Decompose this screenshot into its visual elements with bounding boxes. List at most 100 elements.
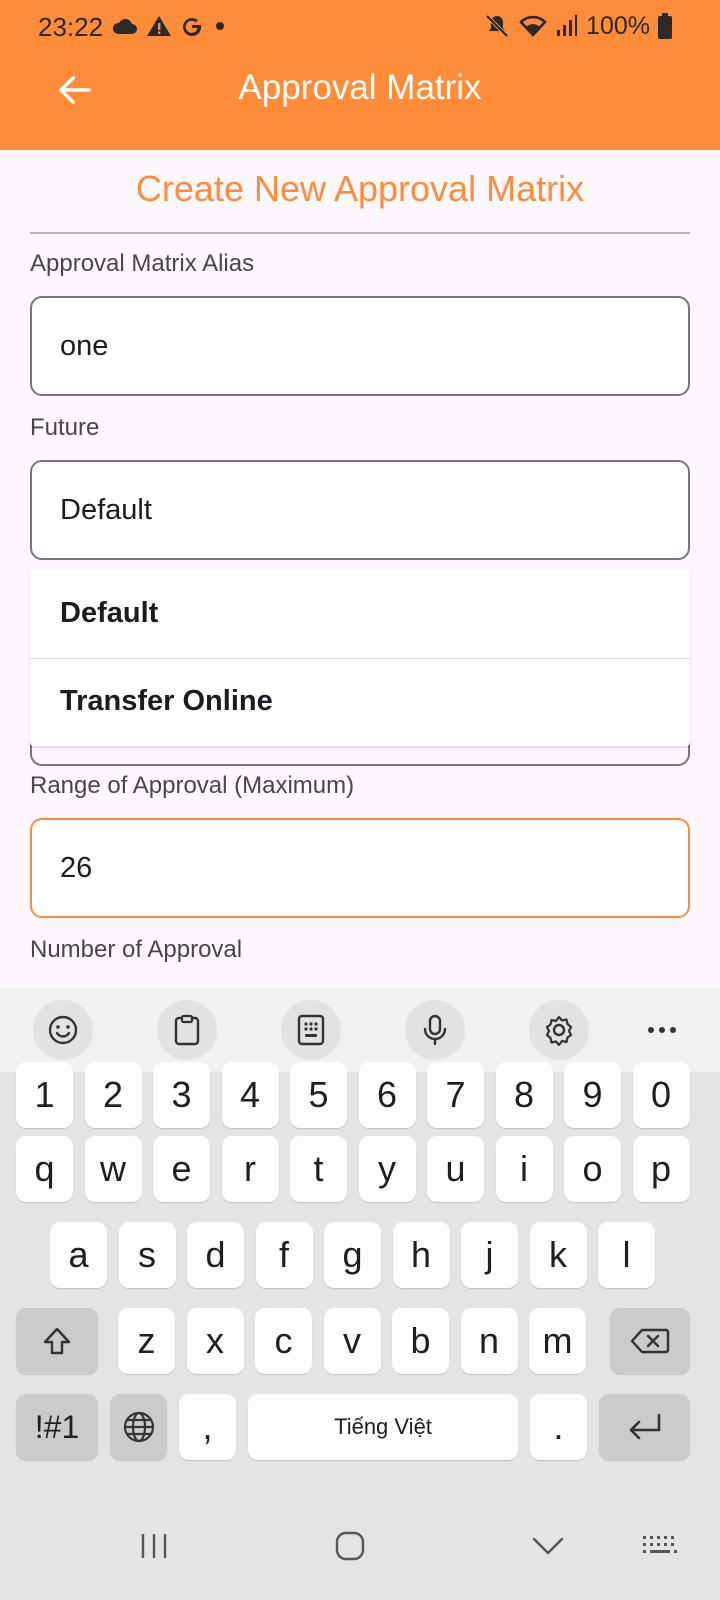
key-f[interactable]: f [255,1222,313,1288]
backspace-icon [630,1328,670,1354]
mute-icon [485,14,509,38]
emoji-button[interactable] [33,1000,93,1060]
key-v[interactable]: v [323,1308,381,1374]
enter-key[interactable] [599,1394,690,1460]
key-l[interactable]: l [598,1222,655,1288]
key-5[interactable]: 5 [290,1062,347,1128]
key-0[interactable]: 0 [632,1062,690,1128]
key-i[interactable]: i [495,1136,553,1202]
keyboard-icon [643,1536,677,1553]
key-g[interactable]: g [324,1222,381,1288]
page-title: Approval Matrix [238,68,482,107]
keypad-button[interactable] [281,1000,341,1060]
dropdown-option-label: Transfer Online [60,685,273,717]
key-h[interactable]: h [392,1222,450,1288]
key-n[interactable]: n [460,1308,518,1374]
key-6[interactable]: 6 [358,1062,416,1128]
number-of-approval-label: Number of Approval [30,936,243,963]
key-t[interactable]: t [290,1136,347,1202]
key-m[interactable]: m [529,1308,586,1374]
recent-apps-icon [141,1534,167,1558]
shift-icon [43,1327,71,1355]
period-key[interactable]: . [530,1394,587,1460]
voice-input-button[interactable] [405,1000,465,1060]
alias-label: Approval Matrix Alias [30,250,255,277]
key-o[interactable]: o [564,1136,621,1202]
key-u[interactable]: u [427,1136,484,1202]
form-heading: Create New Approval Matrix [135,168,585,209]
home-button[interactable] [320,1518,380,1574]
key-j[interactable]: j [461,1222,518,1288]
emoji-icon [48,1015,78,1045]
keypad-icon [297,1014,325,1046]
key-4[interactable]: 4 [221,1062,279,1128]
dropdown-option-label: Default [60,597,159,629]
heading-divider [30,232,690,234]
back-chevron-icon [532,1537,564,1555]
key-y[interactable]: y [358,1136,416,1202]
key-p[interactable]: p [632,1136,690,1202]
range-max-input[interactable]: 26 [30,818,690,918]
status-time: 23:22 [38,12,104,42]
key-8[interactable]: 8 [495,1062,553,1128]
key-s[interactable]: s [118,1222,176,1288]
status-bar: 23:22 100% [0,0,720,54]
clipboard-icon [174,1014,200,1046]
wifi-icon [519,15,547,37]
settings-icon [545,1015,573,1046]
symbols-key[interactable]: !#1 [16,1394,98,1460]
signal-icon [557,15,578,36]
key-a[interactable]: a [50,1222,107,1288]
key-k[interactable]: k [529,1222,587,1288]
home-icon [335,1531,365,1561]
enter-icon [629,1413,660,1440]
dot-icon [216,22,224,30]
system-nav-bar [0,1492,720,1600]
space-key[interactable]: Tiếng Việt [248,1394,518,1460]
range-max-label: Range of Approval (Maximum) [30,772,355,799]
backspace-key[interactable] [610,1308,690,1374]
dropdown-option-default[interactable]: Default [30,570,690,658]
app-bar: 23:22 100% Approval Matrix [0,0,720,150]
future-label: Future [30,414,100,441]
key-b[interactable]: b [392,1308,449,1374]
clipboard-button[interactable] [157,1000,217,1060]
alias-value: one [60,330,109,362]
key-w[interactable]: w [84,1136,142,1202]
more-options-button[interactable] [632,1000,692,1060]
key-3[interactable]: 3 [153,1062,210,1128]
key-x[interactable]: x [186,1308,244,1374]
key-7[interactable]: 7 [427,1062,484,1128]
future-selected-value: Default [60,494,152,526]
comma-key[interactable]: , [179,1394,236,1460]
key-c[interactable]: c [255,1308,312,1374]
keyboard-toolbar [0,988,720,1072]
recent-apps-button[interactable] [124,1518,184,1574]
battery-percentage: 100% [586,11,650,40]
globe-icon [123,1411,154,1443]
shift-key[interactable] [16,1308,98,1374]
more-icon [648,1027,676,1033]
on-screen-keyboard: 1234567890 qwertyuiop asdfghjkl zxcvbnm … [0,1062,720,1492]
key-q[interactable]: q [16,1136,73,1202]
cloud-icon [112,19,137,34]
key-d[interactable]: d [187,1222,244,1288]
key-r[interactable]: r [221,1136,279,1202]
keyboard-settings-button[interactable] [529,1000,589,1060]
future-select[interactable]: Default [30,460,690,560]
key-2[interactable]: 2 [84,1062,142,1128]
google-icon [183,18,202,37]
language-key[interactable] [110,1394,167,1460]
key-e[interactable]: e [153,1136,210,1202]
key-z[interactable]: z [118,1308,175,1374]
alias-input[interactable]: one [30,296,690,396]
key-9[interactable]: 9 [564,1062,621,1128]
battery-icon [658,13,672,39]
warning-icon [147,16,171,36]
back-nav-button[interactable] [518,1518,578,1574]
key-1[interactable]: 1 [16,1062,73,1128]
range-max-value: 26 [60,852,93,884]
dropdown-option-transfer-online[interactable]: Transfer Online [30,658,690,746]
future-dropdown-menu: Default Transfer Online [30,570,690,746]
keyboard-switch-button[interactable] [630,1518,690,1574]
